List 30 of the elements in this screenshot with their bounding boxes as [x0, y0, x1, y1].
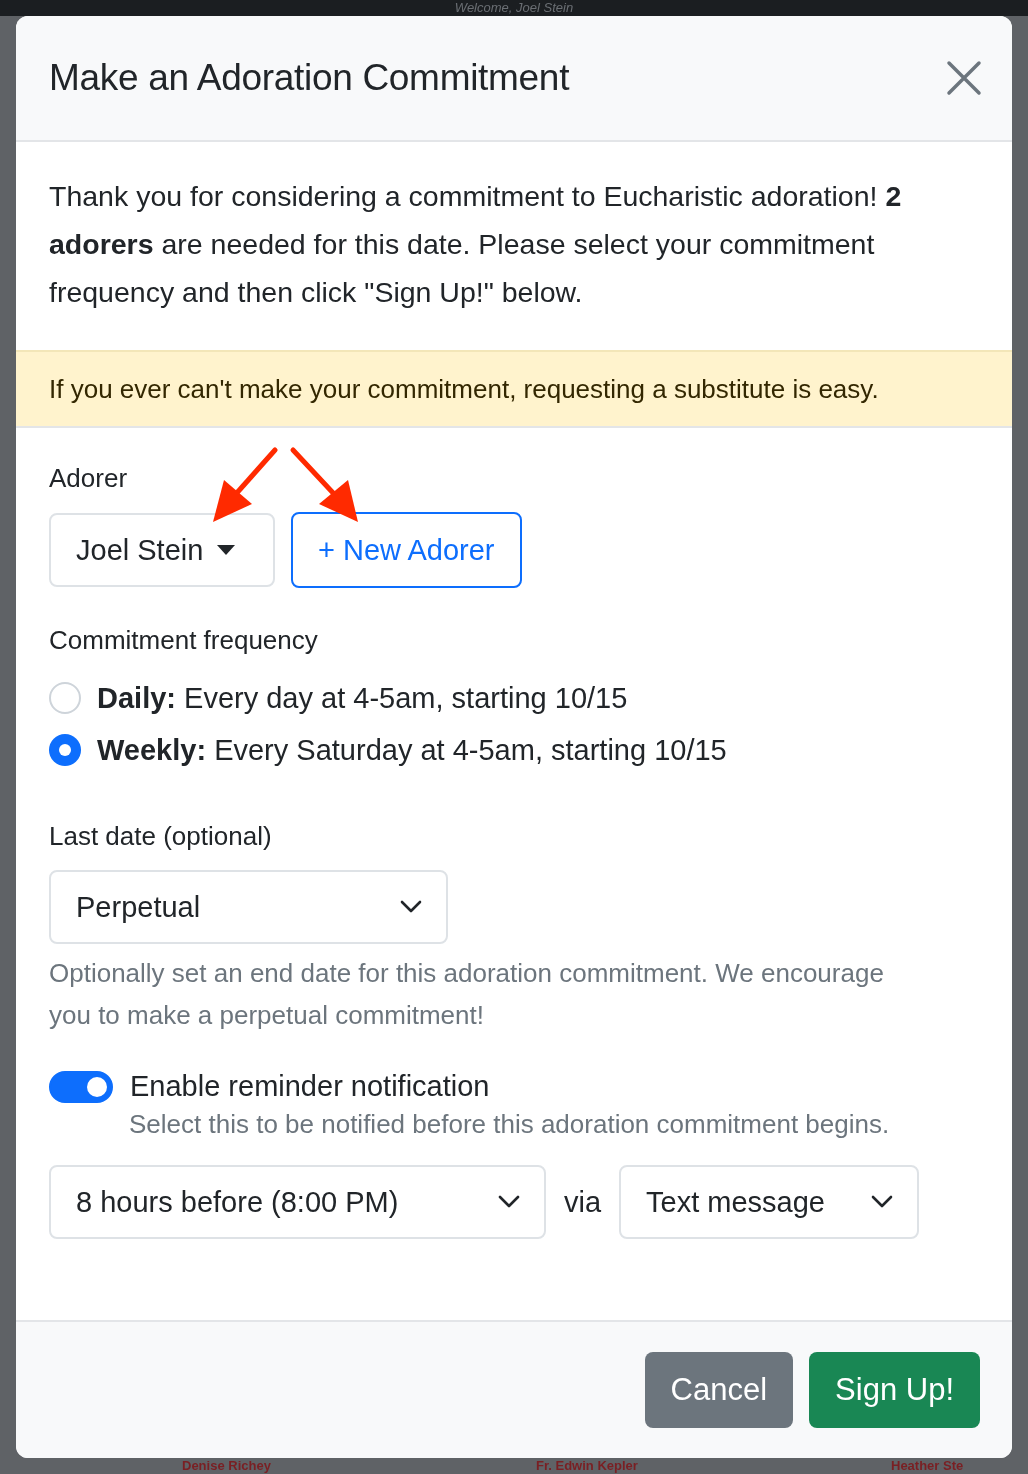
reminder-time-dropdown[interactable]: 8 hours before (8:00 PM)	[49, 1165, 546, 1239]
option-label: Daily: Every day at 4-5am, starting 10/15	[97, 681, 628, 715]
chevron-down-icon	[498, 1195, 520, 1209]
radio-button[interactable]	[49, 682, 81, 714]
reminder-method-dropdown[interactable]: Text message	[619, 1165, 920, 1239]
field-label: Adorer	[49, 462, 129, 495]
new-adorer-button[interactable]: + New Adorer	[291, 512, 522, 588]
via-label: via	[564, 1185, 602, 1219]
radio-button[interactable]	[49, 734, 81, 766]
toggle-switch[interactable]	[49, 1070, 113, 1103]
help-text: Select this to be notified before this adoration commitment begins.	[129, 1108, 891, 1141]
modal-title: Make an Adoration Commitment	[49, 57, 570, 99]
name-text: Fr. Edwin Kepler	[536, 1458, 638, 1474]
toggle-label: Enable reminder notification	[130, 1070, 490, 1103]
last-date-dropdown[interactable]: Perpetual	[49, 870, 448, 944]
help-text: Optionally set an end date for this adoration commitment. We encourage you to make a perpetual commitment!	[49, 957, 885, 1032]
close-icon[interactable]	[946, 60, 982, 96]
welcome-text: Welcome, Joel Stein	[454, 0, 574, 16]
field-label: Commitment frequency	[49, 624, 319, 657]
caret-icon	[217, 545, 236, 555]
cancel-button[interactable]: Cancel	[644, 1352, 794, 1428]
name-text: Heather Ste	[891, 1458, 964, 1474]
notice-banner: If you ever can't make your commitment, requesting a substitute is easy.	[16, 352, 1012, 428]
name-text: Denise Richey	[182, 1458, 271, 1474]
sign-up-button[interactable]: Sign Up!	[809, 1352, 980, 1428]
adorer-dropdown[interactable]: Joel Stein	[49, 513, 275, 587]
option-label: Weekly: Every Saturday at 4-5am, starting 10/15	[97, 733, 727, 767]
chevron-down-icon	[400, 900, 422, 914]
field-label: Last date (optional)	[49, 820, 273, 853]
chevron-down-icon	[871, 1195, 894, 1209]
